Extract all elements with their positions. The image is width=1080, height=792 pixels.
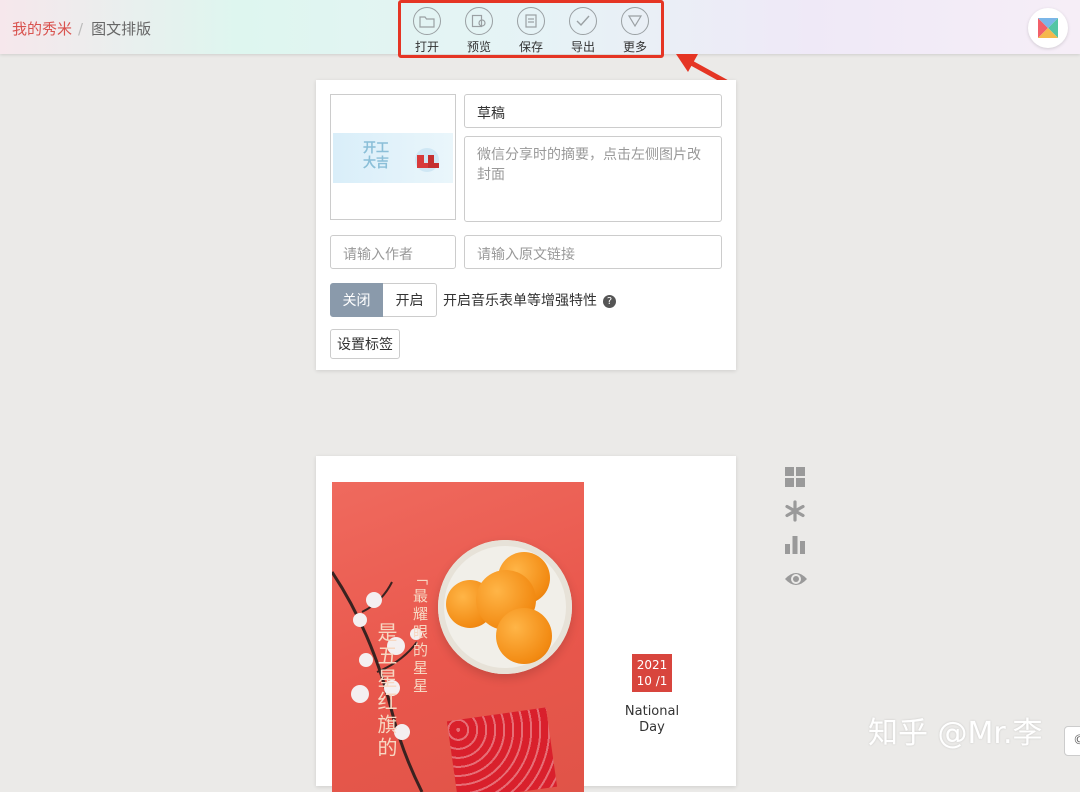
save-button[interactable]: 保存 <box>505 3 557 55</box>
breadcrumb-current: 图文排版 <box>91 20 152 38</box>
poster-vertical-text-2: 是五星红旗的 <box>374 622 398 760</box>
title-input[interactable]: 草稿 <box>464 94 722 128</box>
breadcrumb: 我的秀米 / 图文排版 <box>12 18 151 39</box>
feature-description: 开启音乐表单等增强特性? <box>443 290 616 310</box>
article-meta-panel: 开工大吉 草稿 微信分享时的摘要，点击左侧图片改封面 请输入作者 请输入原文链接… <box>316 80 736 370</box>
cover-banner: 开工大吉 <box>333 133 453 183</box>
red-envelope <box>446 707 558 792</box>
eye-icon[interactable] <box>784 569 808 589</box>
breadcrumb-separator: / <box>78 20 84 38</box>
preview-icon <box>465 7 493 35</box>
poster-image[interactable]: 「最耀眼的星星 是五星红旗的 <box>332 482 584 792</box>
enhanced-feature-toggle: 关闭 开启 <box>330 283 437 317</box>
set-tags-button[interactable]: 设置标签 <box>330 329 400 359</box>
asterisk-icon[interactable] <box>784 500 806 522</box>
more-label: 更多 <box>622 40 647 54</box>
main-toolbar: 打开 预览 保存 导出 更多 <box>398 0 664 58</box>
feature-label: 开启音乐表单等增强特性 <box>443 293 597 309</box>
preview-button[interactable]: 预览 <box>453 3 505 55</box>
more-button[interactable]: 更多 <box>609 3 661 55</box>
triangle-down-icon <box>621 7 649 35</box>
cover-image[interactable]: 开工大吉 <box>330 94 456 220</box>
date-year: 2021 <box>636 658 668 672</box>
national-word: National <box>624 704 680 719</box>
toggle-off-button[interactable]: 关闭 <box>330 283 383 317</box>
date-day: 10 /1 <box>636 674 668 688</box>
national-day-text: National Day <box>616 704 688 736</box>
checkmark-icon <box>569 7 597 35</box>
summary-textarea[interactable]: 微信分享时的摘要，点击左侧图片改封面 <box>464 136 722 222</box>
editor-canvas[interactable]: 「最耀眼的星星 是五星红旗的 2021 10 /1 National Day <box>316 456 736 792</box>
date-badge: 2021 10 /1 <box>632 654 672 692</box>
export-button[interactable]: 导出 <box>557 3 609 55</box>
poster-vertical-text-1: 「最耀眼的星星 <box>411 570 429 696</box>
save-label: 保存 <box>518 40 543 54</box>
preview-label: 预览 <box>466 40 491 54</box>
toggle-on-button[interactable]: 开启 <box>383 283 437 317</box>
corner-widget[interactable]: © <box>1064 726 1080 756</box>
author-input[interactable]: 请输入作者 <box>330 235 456 269</box>
open-label: 打开 <box>414 40 439 54</box>
source-link-input[interactable]: 请输入原文链接 <box>464 235 722 269</box>
day-word: Day <box>639 720 665 735</box>
watermark-text: 知乎 @Mr.李 <box>868 716 1043 751</box>
open-button[interactable]: 打开 <box>401 3 453 55</box>
boots-icon <box>415 148 439 172</box>
save-icon <box>517 7 545 35</box>
grid-icon[interactable] <box>784 466 806 488</box>
orange <box>496 608 552 664</box>
xiumi-logo-icon <box>1038 18 1058 38</box>
help-icon[interactable]: ? <box>603 295 616 308</box>
folder-icon <box>413 7 441 35</box>
export-label: 导出 <box>570 40 595 54</box>
app-logo[interactable] <box>1028 8 1068 48</box>
top-bar: 我的秀米 / 图文排版 打开 预览 保存 导出 更多 <box>0 0 1080 58</box>
cover-text: 开工大吉 <box>363 141 390 171</box>
bar-chart-icon[interactable] <box>784 533 806 555</box>
breadcrumb-home-link[interactable]: 我的秀米 <box>12 20 72 38</box>
